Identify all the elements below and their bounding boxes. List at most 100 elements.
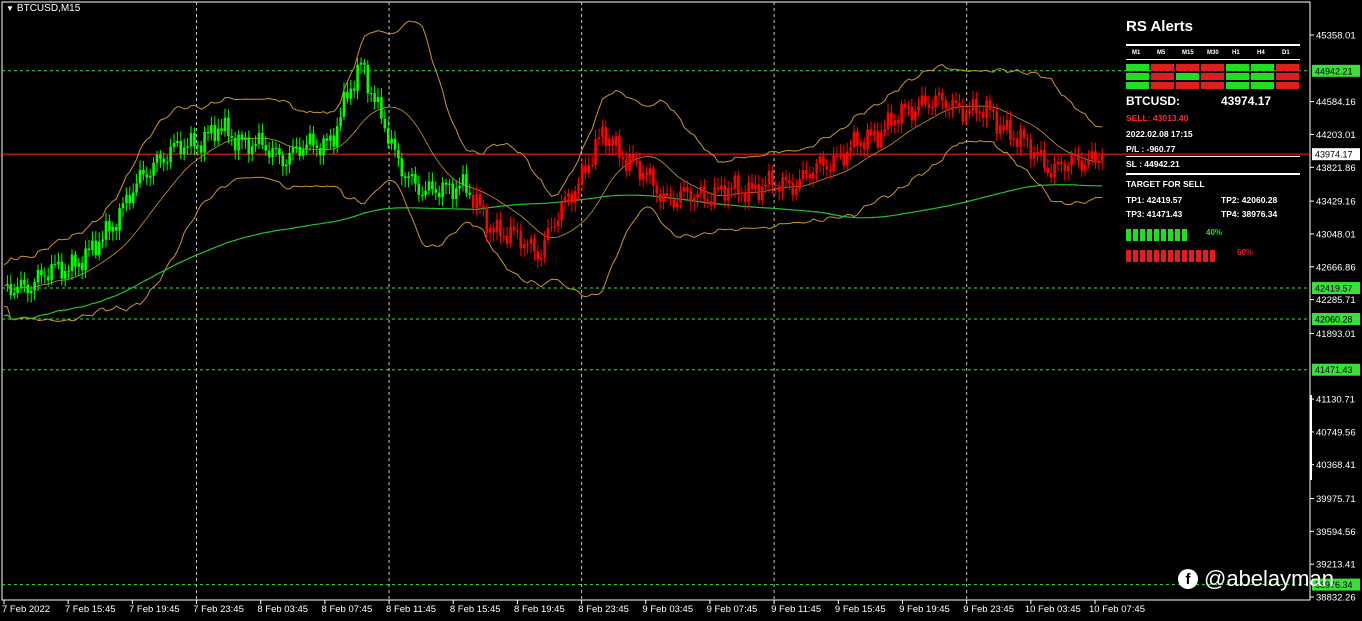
bollinger-lower-band xyxy=(3,139,1103,323)
candle-body xyxy=(539,257,543,260)
candle-body xyxy=(750,182,754,189)
timeframe-label-d1: D1 xyxy=(1282,50,1290,56)
signal-cell xyxy=(1251,73,1274,80)
signal-cell xyxy=(1276,82,1299,89)
candle-body xyxy=(723,185,727,201)
sell-strength-segment xyxy=(1154,250,1159,262)
candle-body xyxy=(295,146,298,148)
candle-body xyxy=(26,284,30,294)
candle-body xyxy=(16,286,19,294)
candle-body xyxy=(390,138,393,144)
candle-body xyxy=(811,172,815,179)
candle-body xyxy=(305,144,308,150)
candle-body xyxy=(128,194,132,204)
candle-body xyxy=(526,243,529,245)
candle-body xyxy=(726,188,730,201)
candle-body xyxy=(842,153,846,166)
plot-frame xyxy=(1,1,1311,601)
candle-body xyxy=(19,279,23,287)
candle-body xyxy=(849,147,852,152)
stop-loss: SL : 44942.21 xyxy=(1126,159,1180,169)
candle-body xyxy=(777,185,781,192)
candle-body xyxy=(380,96,383,119)
symbol-label: BTCUSD,M15 xyxy=(16,3,81,14)
watermark: f @abelayman xyxy=(1178,566,1334,592)
candle-body xyxy=(210,125,213,134)
candle-body xyxy=(434,189,438,193)
candle-body xyxy=(638,160,642,180)
candle-body xyxy=(131,192,135,204)
sell-strength-segment xyxy=(1133,250,1138,262)
buy-strength-segment xyxy=(1133,229,1138,241)
candle-body xyxy=(298,146,302,156)
signal-cell xyxy=(1151,82,1174,89)
candle-body xyxy=(1049,172,1053,178)
candle-body xyxy=(1070,155,1073,166)
candle-body xyxy=(155,154,159,163)
candle-body xyxy=(958,103,961,108)
candle-body xyxy=(652,168,655,186)
candle-body xyxy=(281,154,285,167)
tp3: TP3: 41471.43 xyxy=(1126,209,1183,219)
x-tick-label: 9 Feb 15:45 xyxy=(835,604,886,615)
candle-body xyxy=(584,165,587,174)
candle-body xyxy=(291,146,295,153)
dropdown-triangle-icon[interactable]: ▼ xyxy=(6,4,14,13)
candle-body xyxy=(550,227,553,229)
candle-body xyxy=(985,100,988,118)
candle-body xyxy=(451,183,455,199)
signal-cell xyxy=(1226,73,1249,80)
candle-body xyxy=(1077,153,1080,161)
candle-body xyxy=(679,191,682,203)
candle-body xyxy=(862,142,866,150)
candle-body xyxy=(312,133,315,146)
candle-body xyxy=(951,100,954,110)
candle-body xyxy=(1002,125,1005,131)
timeframe-label-m1: M1 xyxy=(1132,50,1141,56)
candle-body xyxy=(57,261,60,265)
candle-body xyxy=(465,174,468,193)
candle-body xyxy=(648,168,652,175)
candle-body xyxy=(964,113,968,122)
candle-body xyxy=(743,192,747,202)
candle-body xyxy=(431,181,434,190)
candle-body xyxy=(471,194,475,209)
signal-cell xyxy=(1151,73,1174,80)
candle-body xyxy=(1022,129,1026,139)
candle-body xyxy=(176,140,179,143)
candle-body xyxy=(560,202,563,221)
y-tick-label: 38832.26 xyxy=(1316,593,1356,604)
candle-body xyxy=(468,192,472,195)
candle-body xyxy=(363,62,366,65)
candle-body xyxy=(87,248,91,251)
candle-body xyxy=(230,136,234,138)
signal-cell xyxy=(1226,64,1249,71)
candle-body xyxy=(74,254,77,267)
candle-body xyxy=(352,88,356,91)
signal-cell xyxy=(1201,82,1224,89)
candle-body xyxy=(356,64,359,91)
buy-strength-segment xyxy=(1182,229,1187,241)
candle-body xyxy=(29,290,33,294)
candle-body xyxy=(159,154,162,159)
y-tick-label: 45358.01 xyxy=(1316,31,1356,42)
candle-body xyxy=(182,147,186,155)
candle-body xyxy=(244,137,247,140)
signal-cell xyxy=(1276,64,1299,71)
candle-body xyxy=(1019,129,1022,147)
target-header: TARGET FOR SELL xyxy=(1126,179,1205,189)
candle-body xyxy=(138,169,142,184)
candle-body xyxy=(893,120,897,126)
y-tick-label: 41130.71 xyxy=(1316,395,1355,406)
title-divider xyxy=(1126,44,1300,46)
candle-body xyxy=(533,238,536,252)
sell-percent: 60% xyxy=(1237,248,1254,257)
candle-body xyxy=(315,145,319,148)
candle-body xyxy=(631,154,635,162)
candle-body xyxy=(237,134,240,151)
y-tick-label: 44203.01 xyxy=(1316,130,1356,141)
candle-body xyxy=(975,99,978,114)
buy-strength-segment xyxy=(1168,229,1173,241)
level-price-label: 43974.17 xyxy=(1315,150,1353,160)
sell-strength-segment xyxy=(1168,250,1173,262)
